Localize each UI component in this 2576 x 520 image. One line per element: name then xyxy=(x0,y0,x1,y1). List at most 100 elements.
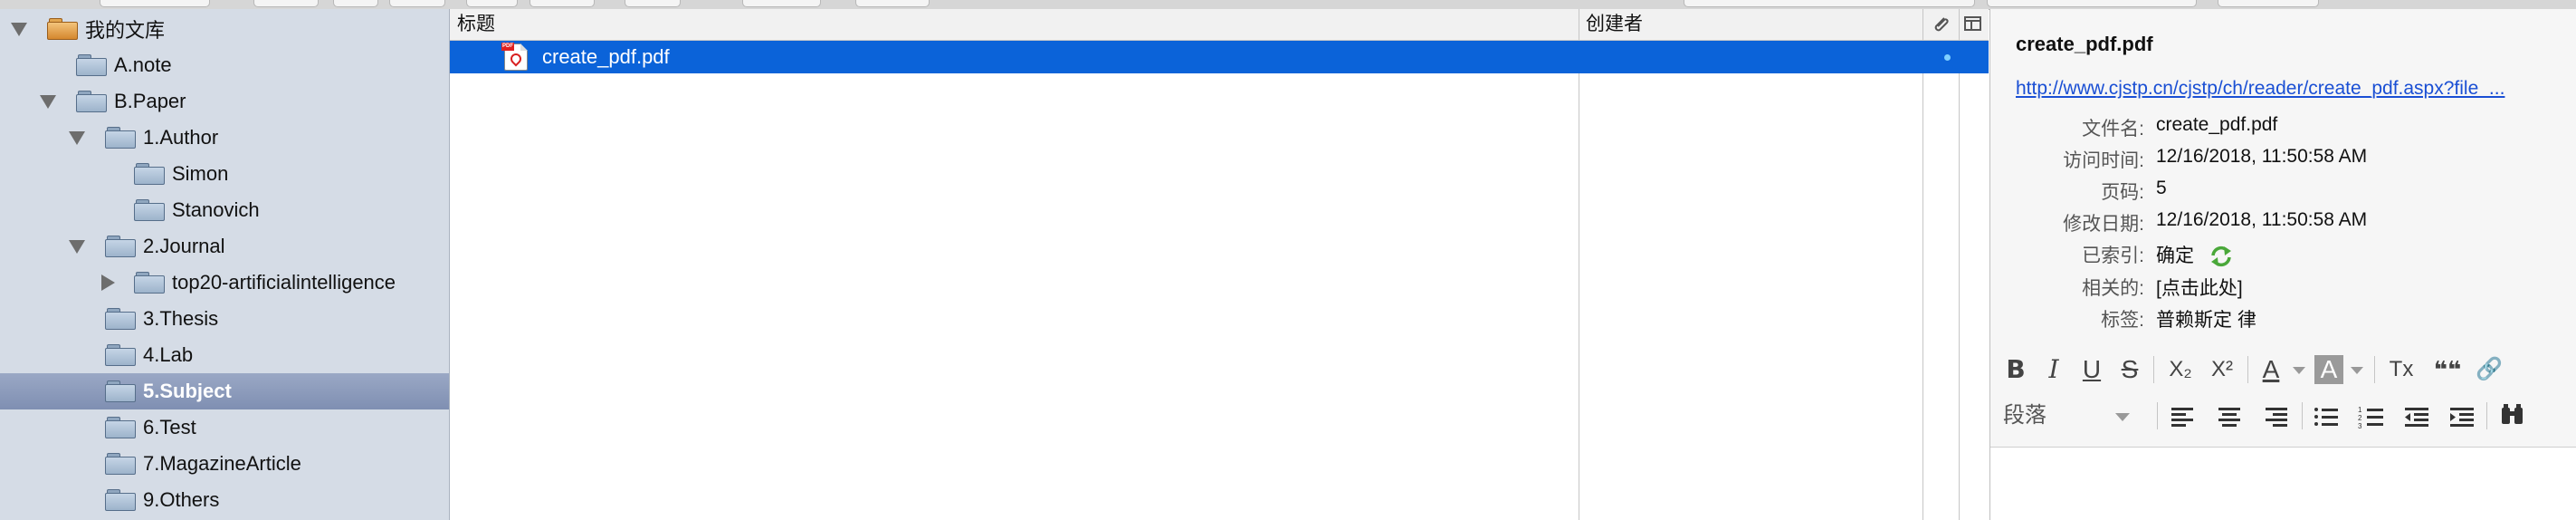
align-left-icon[interactable] xyxy=(2168,399,2199,433)
sidebar-item-author[interactable]: 1.Author xyxy=(0,120,449,156)
bullet-list-icon[interactable] xyxy=(2311,399,2342,433)
sidebar-item-simon[interactable]: Simon xyxy=(0,156,449,192)
column-header-creator[interactable]: 创建者 xyxy=(1579,9,1922,40)
folder-icon xyxy=(105,236,136,257)
field-value: 确定 xyxy=(2156,246,2194,266)
toolbar-button[interactable] xyxy=(1987,0,2197,7)
toolbar-divider xyxy=(2302,402,2303,429)
sidebar-item-top20-ai[interactable]: top20-artificialintelligence xyxy=(0,265,449,301)
sidebar-item-label: B.Paper xyxy=(114,90,186,112)
toolbar-divider xyxy=(2486,402,2487,429)
italic-button[interactable]: I xyxy=(2041,352,2066,387)
column-picker-icon xyxy=(1964,16,1981,31)
field-label: 标签: xyxy=(2101,310,2144,331)
folder-icon xyxy=(105,417,136,438)
text-color-dropdown-icon[interactable] xyxy=(2293,367,2305,374)
column-divider[interactable] xyxy=(1959,9,1960,520)
sidebar-item-label: 3.Thesis xyxy=(143,307,219,330)
folder-icon xyxy=(105,344,136,366)
toolbar-button[interactable] xyxy=(2218,0,2319,7)
align-right-icon[interactable] xyxy=(2262,399,2293,433)
paragraph-format-value: 段落 xyxy=(2003,403,2046,428)
sidebar-item-thesis[interactable]: 3.Thesis xyxy=(0,301,449,337)
chevron-down-icon xyxy=(2115,413,2130,421)
toolbar-button[interactable] xyxy=(253,0,319,7)
underline-button[interactable]: U xyxy=(2079,352,2104,387)
sidebar-item-label: 6.Test xyxy=(143,416,196,438)
sidebar-item-others[interactable]: 9.Others xyxy=(0,482,449,518)
disclosure-closed-icon[interactable] xyxy=(101,274,115,291)
note-editor-toolbar: B I U S X₂ X² A A Tx ❝❝ 🔗 xyxy=(1990,347,2576,392)
sidebar-item-label: 我的文库 xyxy=(85,19,166,42)
field-pages: 页码: 5 xyxy=(1990,178,2576,208)
disclosure-open-icon[interactable] xyxy=(11,23,27,36)
sidebar-item-a-note[interactable]: A.note xyxy=(0,47,449,83)
toolbar-button[interactable] xyxy=(530,0,595,7)
paragraph-format-select[interactable]: 段落 xyxy=(2003,399,2148,433)
svg-text:2: 2 xyxy=(2358,414,2362,422)
disclosure-open-icon[interactable] xyxy=(40,95,56,109)
sidebar-item-my-library[interactable]: 我的文库 xyxy=(0,11,449,47)
reindex-icon[interactable] xyxy=(2209,244,2234,269)
outdent-icon[interactable] xyxy=(2401,399,2432,433)
field-value[interactable]: create_pdf.pdf xyxy=(2156,114,2277,136)
sidebar-item-journal[interactable]: 2.Journal xyxy=(0,228,449,265)
sidebar-item-test[interactable]: 6.Test xyxy=(0,409,449,446)
note-editor-body[interactable] xyxy=(1990,447,2576,520)
field-label: 相关的: xyxy=(2082,278,2144,299)
field-value: 12/16/2018, 11:50:58 AM xyxy=(2156,209,2368,230)
svg-text:1: 1 xyxy=(2358,406,2362,414)
toolbar-button[interactable] xyxy=(389,0,445,7)
sidebar-item-label: 5.Subject xyxy=(143,380,232,402)
text-color-button[interactable]: A xyxy=(2256,352,2285,387)
sidebar-item-label: A.note xyxy=(114,53,172,76)
column-picker-button[interactable] xyxy=(1959,9,1989,40)
field-value[interactable]: 普赖斯定 律 xyxy=(2156,305,2256,332)
highlight-dropdown-icon[interactable] xyxy=(2351,367,2363,374)
toolbar-divider xyxy=(2157,402,2158,429)
toolbar-button[interactable] xyxy=(855,0,930,7)
items-list: 标题 创建者 PDF create_pdf.pdf xyxy=(450,9,1989,520)
table-row[interactable]: PDF create_pdf.pdf xyxy=(450,41,1989,73)
disclosure-open-icon[interactable] xyxy=(69,240,85,254)
column-divider[interactable] xyxy=(1922,9,1923,520)
clear-formatting-button[interactable]: Tx xyxy=(2383,352,2419,387)
search-field[interactable] xyxy=(1684,0,1975,7)
related-link[interactable]: [点击此处] xyxy=(2156,274,2243,301)
sidebar-item-lab[interactable]: 4.Lab xyxy=(0,337,449,373)
sidebar-item-magazine-article[interactable]: 7.MagazineArticle xyxy=(0,446,449,482)
toolbar-button[interactable] xyxy=(466,0,518,7)
disclosure-open-icon[interactable] xyxy=(69,131,85,145)
column-header-attachments[interactable] xyxy=(1922,9,1959,40)
highlight-color-button[interactable]: A xyxy=(2314,355,2343,384)
strikethrough-button[interactable]: S xyxy=(2117,352,2142,387)
sidebar-item-label: 4.Lab xyxy=(143,343,194,366)
find-replace-icon[interactable] xyxy=(2497,399,2528,433)
svg-text:3: 3 xyxy=(2358,422,2362,430)
subscript-button[interactable]: X₂ xyxy=(2164,352,2197,387)
superscript-button[interactable]: X² xyxy=(2206,352,2238,387)
sidebar-item-subject[interactable]: 5.Subject xyxy=(0,373,449,409)
toolbar-button[interactable] xyxy=(333,0,378,7)
toolbar-button[interactable] xyxy=(625,0,681,7)
folder-icon xyxy=(105,308,136,330)
toolbar-button[interactable] xyxy=(100,0,210,7)
numbered-list-icon[interactable]: 1 2 3 xyxy=(2356,399,2387,433)
folder-icon xyxy=(134,163,165,185)
sidebar-item-label: Simon xyxy=(172,162,229,185)
sidebar-item-label: Stanovich xyxy=(172,198,260,221)
toolbar-button[interactable] xyxy=(742,0,821,7)
item-url-link[interactable]: http://www.cjstp.cn/cjstp/ch/reader/crea… xyxy=(2016,78,2570,100)
sidebar-item-stanovich[interactable]: Stanovich xyxy=(0,192,449,228)
bold-button[interactable]: B xyxy=(2003,352,2028,387)
sidebar-item-label: 1.Author xyxy=(143,126,219,149)
sidebar-item-label: top20-artificialintelligence xyxy=(172,271,396,294)
field-accessed: 访问时间: 12/16/2018, 11:50:58 AM xyxy=(1990,146,2576,177)
column-header-title[interactable]: 标题 xyxy=(450,9,1579,40)
sidebar-item-b-paper[interactable]: B.Paper xyxy=(0,83,449,120)
align-center-icon[interactable] xyxy=(2215,399,2246,433)
insert-link-button[interactable]: 🔗 xyxy=(2472,352,2506,387)
field-label: 文件名: xyxy=(2082,119,2144,140)
blockquote-button[interactable]: ❝❝ xyxy=(2430,352,2465,387)
indent-icon[interactable] xyxy=(2447,399,2477,433)
